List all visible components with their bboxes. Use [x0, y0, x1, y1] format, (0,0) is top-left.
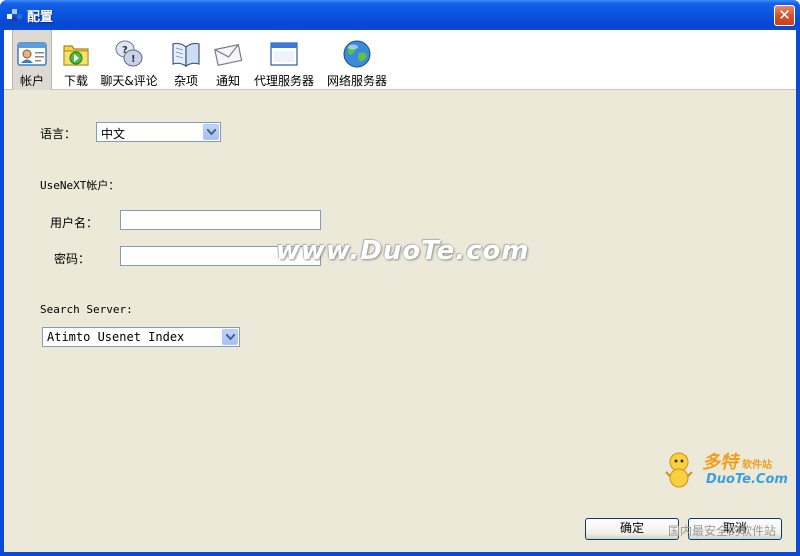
settings-toolbar: 帐户 下载 ? ! 聊天&评论 杂项 通知 代理服务器 网络服务器 [4, 30, 796, 90]
watermark-text: www.DuoTe.com [276, 236, 530, 266]
language-label: 语言： [40, 127, 77, 141]
username-field[interactable] [120, 210, 321, 230]
logo-cn-small-text: 软件站 [742, 460, 772, 471]
download-icon [63, 45, 89, 66]
svg-text:!: ! [131, 54, 136, 65]
tab-network-server[interactable]: 网络服务器 [324, 30, 390, 90]
search-server-select-value: Atimto Usenet Index [47, 330, 185, 344]
password-label: 密码： [54, 252, 91, 266]
mascot-logo-icon [665, 452, 693, 488]
tab-proxy-server-label: 代理服务器 [253, 74, 314, 88]
config-window: 配置 ✕ 帐户 下载 ? ! 聊天&评论 杂项 通知 代理服务器 网络服务器 语… [0, 0, 800, 556]
globe-icon [343, 40, 371, 68]
close-button[interactable]: ✕ [774, 5, 795, 26]
misc-book-icon [172, 42, 200, 68]
account-icon [17, 42, 47, 66]
tab-chat-comments[interactable]: ? ! 聊天&评论 [100, 30, 158, 90]
tab-chat-comments-label: 聊天&评论 [100, 74, 158, 88]
tab-misc[interactable]: 杂项 [168, 30, 204, 90]
dialog-client-area: 帐户 下载 ? ! 聊天&评论 杂项 通知 代理服务器 网络服务器 语言： 中文… [4, 30, 796, 552]
tab-account-label: 帐户 [19, 74, 44, 88]
search-server-select[interactable]: Atimto Usenet Index [42, 327, 240, 347]
tab-network-server-label: 网络服务器 [326, 74, 387, 88]
window-title: 配置 [27, 10, 54, 25]
logo-cn-text: 多特 [702, 452, 738, 473]
proxy-window-icon [270, 42, 298, 66]
tab-notify[interactable]: 通知 [210, 30, 246, 90]
tab-download-label: 下载 [63, 74, 88, 88]
tab-proxy-server[interactable]: 代理服务器 [252, 30, 316, 90]
chat-icon: ? ! [115, 40, 143, 67]
tab-account[interactable]: 帐户 [12, 30, 52, 90]
tab-misc-label: 杂项 [173, 74, 198, 88]
chevron-down-icon[interactable] [222, 329, 238, 345]
tab-download[interactable]: 下载 [56, 30, 96, 90]
language-select[interactable]: 中文 [96, 122, 221, 142]
app-icon [7, 9, 22, 22]
tab-notify-label: 通知 [215, 74, 240, 88]
username-label: 用户名： [50, 216, 99, 230]
search-server-label: Search Server: [40, 303, 133, 316]
mail-icon [214, 43, 243, 67]
usenext-account-label: UseNeXT帐户： [40, 179, 120, 192]
ok-button[interactable]: 确定 [585, 518, 679, 540]
logo-en-text: DuoTe.Com [706, 472, 788, 487]
title-bar[interactable]: 配置 ✕ [0, 0, 800, 30]
logo-tagline: 国内最安全的软件站 [668, 524, 777, 538]
language-select-value: 中文 [101, 127, 126, 141]
chevron-down-icon[interactable] [203, 124, 219, 140]
